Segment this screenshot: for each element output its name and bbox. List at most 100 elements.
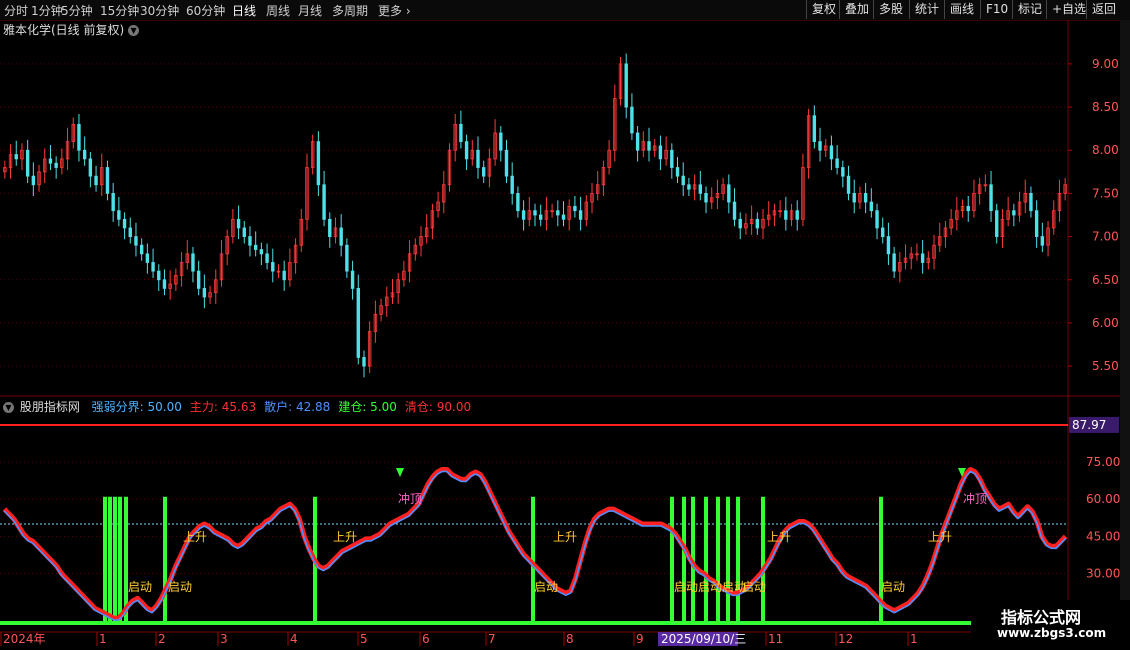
x-tick-label: 9 <box>636 632 644 646</box>
signal-label: 启动 <box>168 580 192 594</box>
candle-body <box>253 244 258 250</box>
signal-label: 上升 <box>928 530 952 544</box>
signal-label: 上升 <box>333 530 357 544</box>
signal-label: 启动 <box>698 580 722 594</box>
candle-body <box>122 218 127 229</box>
candle-body <box>687 184 691 190</box>
price-tick-label: 7.00 <box>1092 230 1119 244</box>
candle-body <box>795 210 799 220</box>
candle-body <box>128 227 132 237</box>
candle-body <box>48 158 53 164</box>
signal-label: 上升 <box>553 530 577 544</box>
candle-body <box>105 167 110 194</box>
candle-body <box>265 253 269 263</box>
signal-label: 冲顶 <box>398 491 422 506</box>
candle-body <box>966 205 970 212</box>
candle-body <box>846 175 851 194</box>
candle-body <box>94 175 98 186</box>
candle-body <box>863 193 868 203</box>
candle-body <box>82 149 87 160</box>
candle-body <box>829 145 834 160</box>
candle-body <box>732 201 737 220</box>
candle-body <box>841 167 845 177</box>
x-tick-label: 1 <box>99 632 107 646</box>
x-tick-label: 11 <box>768 632 783 646</box>
candle-body <box>248 236 252 246</box>
candle-body <box>282 270 286 281</box>
candle-body <box>88 158 93 177</box>
cursor-date-label: 2025/09/10/三 <box>661 632 746 646</box>
signal-label: 冲顶 <box>963 491 987 506</box>
candle-body <box>464 141 469 160</box>
candle-body <box>162 279 167 289</box>
price-tick-label: 6.50 <box>1092 273 1119 287</box>
signal-label: 启动 <box>534 580 558 594</box>
candle-body <box>350 270 355 289</box>
candle-body <box>145 253 150 263</box>
candle-body <box>339 227 343 246</box>
candle-body <box>1012 210 1016 216</box>
candle-body <box>202 287 207 298</box>
candle-body <box>1040 236 1045 246</box>
candle-body <box>516 193 520 212</box>
candle-body <box>476 149 480 168</box>
candle-body <box>191 253 195 272</box>
candle-body <box>704 193 708 203</box>
x-tick-label: 7 <box>488 632 496 646</box>
candle-body <box>835 158 839 168</box>
candle-body <box>499 132 503 151</box>
candle-body <box>875 210 879 229</box>
x-tick-label: 6 <box>422 632 430 646</box>
candle-body <box>111 193 115 212</box>
candle-body <box>556 210 560 216</box>
signal-label: 上升 <box>183 530 207 544</box>
indicator-tick-label: 75.00 <box>1086 455 1120 469</box>
candle-body <box>362 357 366 367</box>
candle-body <box>459 123 463 143</box>
candle-body <box>812 115 817 143</box>
candle-body <box>881 227 885 237</box>
price-tick-label: 8.50 <box>1092 100 1119 114</box>
candle-body <box>784 210 788 220</box>
candle-body <box>151 262 155 272</box>
candle-body <box>504 149 509 177</box>
candle-body <box>670 149 674 168</box>
candle-body <box>539 214 543 220</box>
x-tick-label: 1 <box>910 632 918 646</box>
candle-body <box>77 123 81 151</box>
candle-body <box>25 149 30 177</box>
candle-body <box>578 210 583 220</box>
price-tick-label: 6.00 <box>1092 316 1119 330</box>
price-tick-label: 9.00 <box>1092 57 1119 71</box>
x-tick-label: 12 <box>838 632 853 646</box>
candle-body <box>1029 193 1033 212</box>
right-side-strip <box>1120 20 1130 650</box>
candle-body <box>681 175 685 186</box>
price-tick-label: 8.00 <box>1092 143 1119 157</box>
candle-body <box>117 210 121 220</box>
watermark-logo: 指标公式网 www.zbgs3.com <box>971 600 1130 650</box>
candle-body <box>328 218 332 237</box>
candle-body <box>345 244 349 272</box>
watermark-main: 指标公式网 <box>1001 608 1082 627</box>
candle-body <box>635 132 640 151</box>
signal-label: 启动 <box>742 580 766 594</box>
signal-label: 启动 <box>881 580 905 594</box>
candle-body <box>818 141 822 151</box>
candle-body <box>139 244 144 255</box>
chart-canvas: 9.00 8.50 8.00 7.50 7.00 6.50 6.00 5.50 75.00 60.… <box>0 20 1120 646</box>
candle-body <box>624 63 628 108</box>
candle-body <box>989 184 993 212</box>
candle-body <box>869 201 874 212</box>
signal-label: 上升 <box>767 530 791 544</box>
indicator-tick-label: 30.00 <box>1086 567 1120 581</box>
signal-label: 启动 <box>674 580 698 594</box>
x-tick-label: 2024年 <box>3 632 46 646</box>
candle-body <box>892 253 896 272</box>
candle-body <box>533 210 537 216</box>
candle-body <box>510 175 514 194</box>
peak-arrow-icon <box>396 468 404 477</box>
candle-body <box>561 214 566 220</box>
candle-body <box>259 249 264 255</box>
candle-body <box>1034 210 1039 237</box>
